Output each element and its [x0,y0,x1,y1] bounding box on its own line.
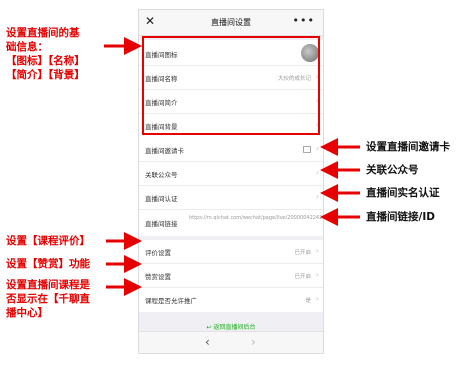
annotation-arrows [104,37,360,296]
